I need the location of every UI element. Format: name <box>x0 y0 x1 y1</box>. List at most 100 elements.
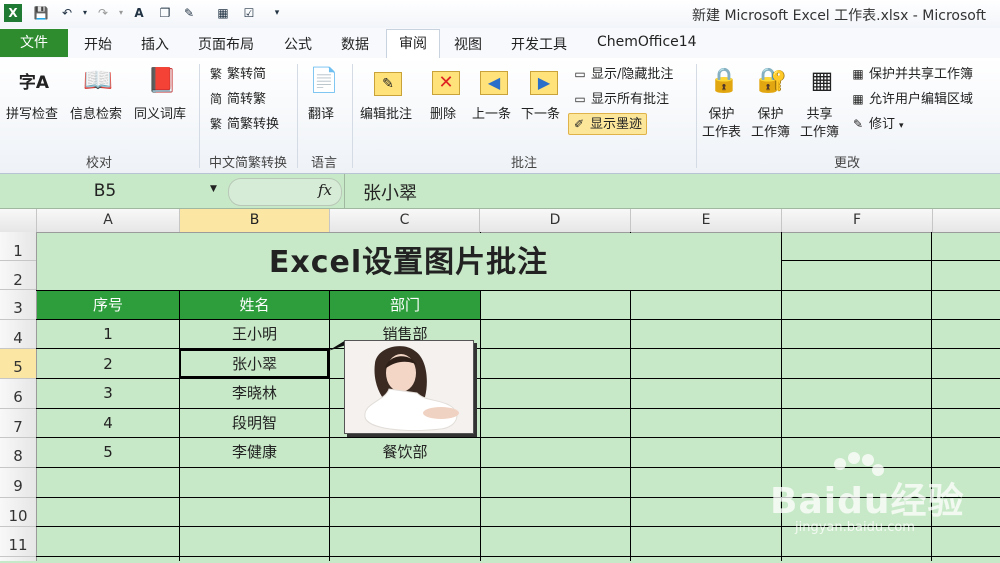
format-painter-icon[interactable]: ✎ <box>180 4 198 22</box>
row-header[interactable]: 6 <box>0 379 36 409</box>
column-header-c[interactable]: C <box>330 209 480 232</box>
traditional-icon: 简 <box>209 92 222 106</box>
protect-share-button[interactable]: ▦ 保护并共享工作簿 <box>850 64 973 84</box>
table-icon[interactable]: ▦ <box>214 4 232 22</box>
allow-edit-ranges-button[interactable]: ▦ 允许用户编辑区域 <box>850 89 973 109</box>
redo-dropdown-icon[interactable]: ▾ <box>112 4 130 22</box>
row-header[interactable]: 5 <box>0 349 36 379</box>
check-icon[interactable]: ☑ <box>240 4 258 22</box>
research-button[interactable]: 信息检索 <box>70 106 122 124</box>
customize-toolbar-icon[interactable]: ▾ <box>268 4 286 22</box>
row-header[interactable]: 2 <box>0 261 36 290</box>
group-label-comments: 批注 <box>510 156 537 171</box>
formula-bar: B5 ▼ fx 张小翠 <box>0 174 1000 209</box>
to-simplified-button[interactable]: 繁繁转简 <box>208 64 266 84</box>
active-cell-selection[interactable] <box>179 349 329 378</box>
previous-comment-button[interactable]: 上一条 <box>472 106 511 124</box>
delete-comment-icon: ✕ <box>430 64 462 96</box>
tab-view[interactable]: 视图 <box>454 34 482 54</box>
cell-index[interactable]: 1 <box>37 320 179 349</box>
cell-index[interactable]: 3 <box>37 379 179 408</box>
spell-check-button[interactable]: 拼写检查 <box>6 106 58 124</box>
show-ink-button[interactable]: ✐ 显示墨迹 <box>568 113 648 135</box>
show-ink-icon: ✐ <box>573 117 585 131</box>
cell-index[interactable]: 4 <box>37 409 179 438</box>
share-workbook-button[interactable]: 共享 工作簿 <box>800 106 839 142</box>
comment-picture[interactable] <box>344 340 474 434</box>
track-changes-button[interactable]: ✎ 修订 ▾ <box>850 114 904 134</box>
delete-comment-button[interactable]: 删除 <box>430 106 456 124</box>
tab-formulas[interactable]: 公式 <box>284 34 312 54</box>
name-box[interactable]: B5 <box>0 178 210 204</box>
next-comment-button[interactable]: 下一条 <box>521 106 560 124</box>
tab-chemoffice[interactable]: ChemOffice14 <box>597 34 697 50</box>
tab-page-layout[interactable]: 页面布局 <box>198 34 254 54</box>
undo-icon[interactable]: ↶ <box>58 4 76 22</box>
formula-input[interactable]: 张小翠 <box>363 179 417 205</box>
baidu-watermark: Baidu经验 jingyan.baidu.com <box>770 452 990 542</box>
protect-workbook-icon: 🔐 <box>757 66 787 94</box>
header-cell-name[interactable]: 姓名 <box>180 291 329 319</box>
row-header[interactable]: 1 <box>0 232 36 261</box>
protect-sheet-button[interactable]: 保护 工作表 <box>702 106 741 142</box>
protect-sheet-icon: 🔒 <box>709 66 739 94</box>
thesaurus-button[interactable]: 同义词库 <box>134 106 186 124</box>
row-header[interactable]: 4 <box>0 320 36 349</box>
cell-name[interactable]: 李晓林 <box>180 379 329 408</box>
column-header-d[interactable]: D <box>480 209 631 232</box>
font-size-icon[interactable]: A <box>130 4 148 22</box>
row-header[interactable]: 10 <box>0 498 36 527</box>
show-hide-comment-button[interactable]: ▭ 显示/隐藏批注 <box>572 64 673 84</box>
protect-workbook-button[interactable]: 保护 工作簿 <box>751 106 790 142</box>
row-header[interactable]: 8 <box>0 438 36 468</box>
excel-logo-icon: X <box>4 4 22 22</box>
watermark-brand: Baidu经验 <box>770 481 965 522</box>
chevron-down-icon[interactable]: ▼ <box>210 184 217 194</box>
portrait-image <box>345 341 473 433</box>
cell-dept[interactable]: 餐饮部 <box>330 438 480 467</box>
tab-home[interactable]: 开始 <box>84 34 112 54</box>
row-header[interactable]: 3 <box>0 290 36 320</box>
cell-index[interactable]: 2 <box>37 349 179 379</box>
tab-review[interactable]: 审阅 <box>386 29 440 59</box>
copy-icon[interactable]: ❐ <box>156 4 174 22</box>
header-cell-index[interactable]: 序号 <box>37 291 179 319</box>
track-changes-icon: ✎ <box>852 117 864 131</box>
edit-comment-button[interactable]: 编辑批注 <box>360 106 412 124</box>
show-all-comments-button[interactable]: ▭ 显示所有批注 <box>572 89 669 109</box>
save-icon[interactable]: 💾 <box>32 4 50 22</box>
row-header[interactable]: 11 <box>0 527 36 557</box>
group-label-changes: 更改 <box>833 156 860 171</box>
column-header-f[interactable]: F <box>782 209 933 232</box>
tab-insert[interactable]: 插入 <box>141 34 169 54</box>
show-hide-comment-icon: ▭ <box>574 67 586 81</box>
select-all-corner[interactable] <box>0 209 37 232</box>
chevron-down-icon: ▾ <box>899 121 904 131</box>
cell-name[interactable]: 段明智 <box>180 409 329 438</box>
tab-data[interactable]: 数据 <box>341 34 369 54</box>
redo-icon[interactable]: ↷ <box>94 4 112 22</box>
tab-developer[interactable]: 开发工具 <box>511 34 567 54</box>
tab-file[interactable]: 文件 <box>0 29 68 57</box>
header-cell-dept[interactable]: 部门 <box>330 291 480 319</box>
row-header[interactable]: 7 <box>0 409 36 438</box>
undo-dropdown-icon[interactable]: ▾ <box>76 4 94 22</box>
next-comment-icon: ▶ <box>528 64 560 96</box>
sheet-title[interactable]: Excel设置图片批注 <box>37 233 780 290</box>
convert-button[interactable]: 繁简繁转换 <box>208 114 279 134</box>
column-header-b[interactable]: B <box>180 209 330 232</box>
insert-function-icon[interactable]: fx <box>318 181 332 199</box>
cell-name[interactable]: 王小明 <box>180 320 329 349</box>
column-header-a[interactable]: A <box>37 209 180 232</box>
title-bar: X 💾 ↶ ▾ ↷ ▾ A ❐ ✎ ▦ ☑ ▾ 新建 Microsoft Exc… <box>0 0 1000 28</box>
show-all-comments-icon: ▭ <box>574 92 586 106</box>
row-header[interactable]: 9 <box>0 468 36 498</box>
cell-name[interactable]: 李健康 <box>180 438 329 467</box>
edit-comment-icon: ✎ <box>372 64 404 96</box>
convert-icon: 繁 <box>209 117 222 131</box>
column-header-e[interactable]: E <box>631 209 782 232</box>
previous-comment-icon: ◀ <box>478 64 510 96</box>
cell-index[interactable]: 5 <box>37 438 179 467</box>
translate-button[interactable]: 翻译 <box>308 106 334 124</box>
to-traditional-button[interactable]: 简简转繁 <box>208 89 266 109</box>
